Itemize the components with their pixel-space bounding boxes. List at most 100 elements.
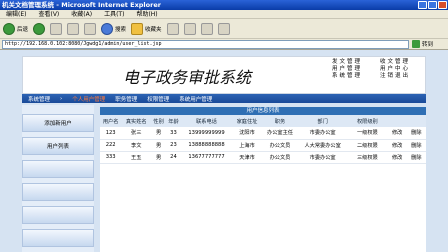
delete-link[interactable]: 删除: [406, 139, 426, 152]
refresh-icon: [67, 22, 80, 35]
favorites-button[interactable]: 收藏夹: [131, 22, 162, 35]
col-permission-level: 权限级别: [347, 115, 388, 127]
back-label: 后退: [17, 26, 29, 33]
col-delete: [406, 115, 426, 127]
cell-username: 333: [100, 151, 122, 164]
cell-department: 市委办公室: [298, 127, 348, 140]
go-button[interactable]: 转到: [412, 40, 448, 48]
favorites-label: 收藏夹: [145, 26, 162, 33]
stop-button[interactable]: [50, 22, 63, 35]
maximize-button[interactable]: [428, 1, 437, 9]
refresh-button[interactable]: [67, 22, 80, 35]
sidebar-item-add-user[interactable]: 添加新用户: [22, 114, 94, 132]
nav-personal-user-management[interactable]: 个人用户管理: [72, 95, 105, 103]
menu-bar: 编辑(E) 查看(V) 收藏(A) 工具(T) 帮助(H): [0, 10, 448, 19]
col-position: 职务: [261, 115, 299, 127]
back-button[interactable]: 后退: [3, 22, 29, 35]
forward-arrow-icon: [33, 22, 46, 35]
history-button[interactable]: [166, 22, 179, 35]
edit-link[interactable]: 修改: [387, 127, 407, 140]
search-icon: [101, 22, 114, 35]
address-input[interactable]: http://192.168.0.102:8080/Jgwdg1/admin/u…: [2, 39, 409, 49]
user-list-panel: 用户信息列表 用户名 真实姓名 性别 年龄 联系电话 家庭住址 职务 部门 权限…: [100, 107, 426, 252]
col-edit: [387, 115, 407, 127]
menu-view[interactable]: 查看(V): [38, 10, 59, 18]
table-row: 333 王五 男 24 13677777777 天津市 办公文员 市委办公室 三…: [100, 151, 426, 164]
cell-permission-level: 二级权限: [347, 139, 388, 152]
history-icon: [166, 22, 179, 35]
cell-real-name: 张三: [121, 127, 152, 140]
cell-phone: 13888888888: [180, 139, 233, 152]
sidebar-blank-item: [22, 206, 94, 224]
browser-toolbar: 后退 搜索 收藏夹: [0, 19, 448, 39]
cell-username: 123: [100, 127, 122, 140]
cell-username: 222: [100, 139, 122, 152]
mail-icon: [183, 22, 196, 35]
col-username: 用户名: [100, 115, 122, 127]
sidebar-blank-item: [22, 160, 94, 178]
col-real-name: 真实姓名: [121, 115, 152, 127]
menu-tools[interactable]: 工具(T): [104, 10, 124, 18]
link-system-management[interactable]: 系统管理: [323, 73, 371, 80]
window-title: 机关文档管理系统 - Microsoft Internet Explorer: [2, 1, 161, 9]
link-user-center[interactable]: 用户中心: [371, 66, 419, 73]
delete-link[interactable]: 删除: [406, 127, 426, 140]
cell-age: 23: [166, 139, 181, 152]
link-outgoing-docs[interactable]: 发文管理: [323, 59, 371, 66]
menu-help[interactable]: 帮助(H): [136, 10, 157, 18]
nav-system-management[interactable]: 系统管理: [28, 95, 50, 103]
sidebar-blank-item: [22, 229, 94, 247]
window-controls: [418, 1, 447, 9]
home-icon: [84, 22, 97, 35]
sidebar-item-user-list[interactable]: 用户列表: [22, 137, 94, 155]
cell-gender: 男: [151, 151, 167, 164]
page-content: 电子政务审批系统 发文管理 收文管理 用户管理 用户中心 系统管理 注销退出 系…: [0, 50, 448, 252]
user-table: 用户名 真实姓名 性别 年龄 联系电话 家庭住址 职务 部门 权限级别 123 …: [100, 115, 426, 164]
address-bar: http://192.168.0.102:8080/Jgwdg1/admin/u…: [0, 39, 448, 50]
system-title: 电子政务审批系统: [123, 68, 252, 87]
edit-link[interactable]: 修改: [387, 151, 407, 164]
nav-separator: ›: [60, 95, 63, 102]
home-button[interactable]: [84, 22, 97, 35]
print-icon: [200, 22, 213, 35]
menu-favorites[interactable]: 收藏(A): [71, 10, 92, 18]
mail-button[interactable]: [183, 22, 196, 35]
site-banner: 电子政务审批系统 发文管理 收文管理 用户管理 用户中心 系统管理 注销退出: [22, 56, 426, 94]
cell-department: 市委办公室: [298, 151, 348, 164]
window-titlebar: 机关文档管理系统 - Microsoft Internet Explorer: [0, 0, 448, 10]
edit-button[interactable]: [217, 22, 230, 35]
cell-permission-level: 一级权限: [347, 127, 388, 140]
forward-button[interactable]: [33, 22, 46, 35]
cell-real-name: 李文: [121, 139, 152, 152]
cell-age: 33: [166, 127, 181, 140]
table-row: 222 李文 男 23 13888888888 上海市 办公文员 人大常委办公室…: [100, 139, 426, 152]
cell-gender: 男: [151, 139, 167, 152]
nav-position-management[interactable]: 职务管理: [115, 95, 137, 103]
table-row: 123 张三 男 33 13999999999 沈阳市 办公室主任 市委办公室 …: [100, 127, 426, 140]
quick-links: 发文管理 收文管理 用户管理 用户中心 系统管理 注销退出: [323, 59, 419, 80]
search-button[interactable]: 搜索: [101, 22, 126, 35]
link-logout[interactable]: 注销退出: [371, 73, 419, 80]
minimize-button[interactable]: [418, 1, 427, 9]
col-department: 部门: [298, 115, 348, 127]
cell-address: 天津市: [232, 151, 262, 164]
col-address: 家庭住址: [232, 115, 262, 127]
cell-position: 办公文员: [261, 139, 299, 152]
nav-permission-management[interactable]: 权限管理: [147, 95, 169, 103]
close-button[interactable]: [438, 1, 447, 9]
nav-system-user-management[interactable]: 系统用户管理: [179, 95, 212, 103]
main-nav: 系统管理 › 个人用户管理 职务管理 权限管理 系统用户管理: [22, 94, 426, 103]
cell-phone: 13677777777: [180, 151, 233, 164]
menu-edit[interactable]: 编辑(E): [6, 10, 26, 18]
link-user-management[interactable]: 用户管理: [323, 66, 371, 73]
cell-age: 24: [166, 151, 181, 164]
delete-link[interactable]: 删除: [406, 151, 426, 164]
link-incoming-docs[interactable]: 收文管理: [371, 59, 419, 66]
cell-position: 办公室主任: [261, 127, 299, 140]
col-gender: 性别: [151, 115, 167, 127]
edit-link[interactable]: 修改: [387, 139, 407, 152]
cell-real-name: 王五: [121, 151, 152, 164]
print-button[interactable]: [200, 22, 213, 35]
cell-department: 人大常委办公室: [298, 139, 348, 152]
back-arrow-icon: [3, 22, 15, 35]
